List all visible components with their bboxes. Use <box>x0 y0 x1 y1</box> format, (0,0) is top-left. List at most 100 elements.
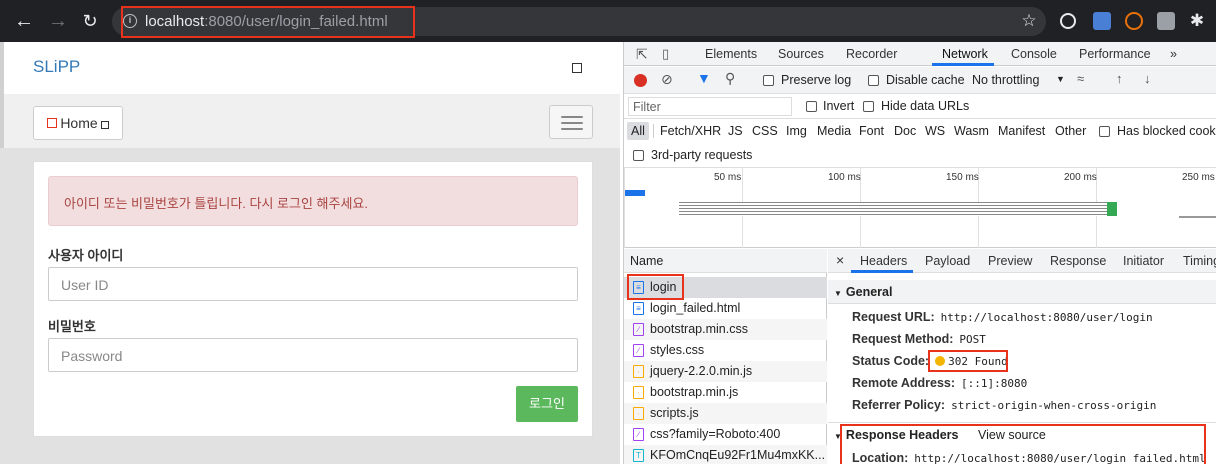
type-filter-doc[interactable]: Doc <box>894 124 916 138</box>
password-input[interactable]: Password <box>48 338 578 372</box>
tab-response[interactable]: Response <box>1050 254 1106 268</box>
hamburger-line <box>561 122 583 124</box>
type-filter-wasm[interactable]: Wasm <box>954 124 989 138</box>
third-party-checkbox[interactable] <box>633 150 644 161</box>
type-filter-css[interactable]: CSS <box>752 124 778 138</box>
tab-headers[interactable]: Headers <box>860 254 907 268</box>
upload-icon[interactable]: ↑ <box>1116 71 1123 86</box>
request-details: × Headers Payload Preview Response Initi… <box>828 249 1216 464</box>
type-filter-img[interactable]: Img <box>786 124 807 138</box>
inspect-icon[interactable]: ⇱ <box>636 46 648 63</box>
script-icon: ∙ <box>633 365 644 378</box>
request-row[interactable]: ∕ bootstrap.min.css <box>624 319 827 340</box>
tab-network[interactable]: Network <box>942 47 988 61</box>
h-extension-icon[interactable] <box>1125 12 1143 30</box>
invert-checkbox[interactable] <box>806 101 817 112</box>
invert-label: Invert <box>823 99 855 113</box>
userid-input[interactable]: User ID <box>48 267 578 301</box>
tab-performance[interactable]: Performance <box>1079 47 1151 61</box>
translate-extension-icon[interactable] <box>1093 12 1111 30</box>
record-icon[interactable] <box>634 74 647 87</box>
login-button[interactable]: 로그인 <box>516 386 578 422</box>
throttling-select[interactable]: No throttling <box>972 73 1039 87</box>
home-square-icon <box>47 118 58 128</box>
disable-cache-checkbox[interactable] <box>868 75 879 86</box>
request-row[interactable]: T KFOmCnqEu92Fr1Mu4mxKK... <box>624 445 827 464</box>
tab-recorder[interactable]: Recorder <box>846 47 897 61</box>
filter-input[interactable]: Filter <box>628 97 792 116</box>
network-timeline[interactable]: 50 ms 100 ms 150 ms 200 ms 250 ms <box>624 168 1216 248</box>
circle-extension-icon[interactable] <box>1060 13 1076 29</box>
top-navbar <box>0 42 620 94</box>
request-row[interactable]: ≡ login_failed.html <box>624 298 827 319</box>
filter-icon[interactable]: ▼ <box>697 70 711 86</box>
tab-initiator[interactable]: Initiator <box>1123 254 1164 268</box>
name-column-header[interactable]: Name <box>624 249 827 273</box>
tab-sources[interactable]: Sources <box>778 47 824 61</box>
general-section-header[interactable]: ▼ General <box>828 280 1216 304</box>
timeline-tick: 150 ms <box>946 172 979 183</box>
close-icon[interactable]: × <box>836 252 844 268</box>
wifi-settings-icon[interactable]: ≈ <box>1077 71 1084 86</box>
devtools-panel: ⇱ ▯ Elements Sources Recorder Network Co… <box>623 42 1216 464</box>
home-button[interactable]: Home <box>33 106 123 140</box>
timeline-bar <box>625 190 645 196</box>
tab-timing[interactable]: Timing <box>1183 254 1216 268</box>
request-name: jquery-2.2.0.min.js <box>650 364 753 378</box>
tab-console[interactable]: Console <box>1011 47 1057 61</box>
request-row[interactable]: ∙ jquery-2.2.0.min.js <box>624 361 827 382</box>
device-toggle-icon[interactable]: ▯ <box>662 46 669 62</box>
request-row[interactable]: ∕ styles.css <box>624 340 827 361</box>
more-tabs-icon[interactable]: » <box>1170 47 1177 61</box>
blocked-cookies-checkbox[interactable] <box>1099 126 1110 137</box>
request-name: styles.css <box>650 343 705 357</box>
request-row[interactable]: ∙ scripts.js <box>624 403 827 424</box>
type-filter-js[interactable]: JS <box>728 124 743 138</box>
type-filter-divider <box>653 124 654 138</box>
request-list: Name ≡ login ≡ login_failed.html ∕ boots… <box>624 249 827 464</box>
reload-icon[interactable]: ↻ <box>78 9 102 33</box>
devtools-tab-bar: ⇱ ▯ Elements Sources Recorder Network Co… <box>624 42 1216 66</box>
tab-elements[interactable]: Elements <box>705 47 757 61</box>
back-icon[interactable]: ← <box>12 9 36 33</box>
referrer-policy-key: Referrer Policy: <box>852 398 946 412</box>
search-icon[interactable]: ⚲ <box>725 70 735 87</box>
puzzle-icon[interactable]: ✱ <box>1185 9 1209 33</box>
tab-preview[interactable]: Preview <box>988 254 1032 268</box>
image-extension-icon[interactable] <box>1157 12 1175 30</box>
filter-row: Filter Invert Hide data URLs <box>624 95 1216 119</box>
menu-toggle-button[interactable] <box>549 105 593 139</box>
third-party-label: 3rd-party requests <box>651 148 753 162</box>
preserve-log-checkbox[interactable] <box>763 75 774 86</box>
hide-data-urls-checkbox[interactable] <box>863 101 874 112</box>
type-filter-font[interactable]: Font <box>859 124 884 138</box>
type-filter-manifest[interactable]: Manifest <box>998 124 1045 138</box>
referrer-policy-value: strict-origin-when-cross-origin <box>951 399 1157 412</box>
script-icon: ∙ <box>633 386 644 399</box>
referrer-policy-row: Referrer Policy: strict-origin-when-cross… <box>852 398 1156 412</box>
clear-icon[interactable]: ⊘ <box>661 71 673 88</box>
type-filter-ws[interactable]: WS <box>925 124 945 138</box>
chevron-down-icon[interactable]: ▼ <box>1056 74 1065 84</box>
tab-payload[interactable]: Payload <box>925 254 970 268</box>
type-filter-media[interactable]: Media <box>817 124 851 138</box>
request-method-key: Request Method: <box>852 332 954 346</box>
request-url-key: Request URL: <box>852 310 935 324</box>
request-row[interactable]: ∕ css?family=Roboto:400 <box>624 424 827 445</box>
login-highlight-box <box>627 274 684 300</box>
type-filter-other[interactable]: Other <box>1055 124 1086 138</box>
forward-icon[interactable]: → <box>46 9 70 33</box>
font-icon: T <box>633 449 644 462</box>
timeline-tick: 50 ms <box>714 172 742 183</box>
browser-toolbar: ← → ↻ i localhost:8080/user/login_failed… <box>0 0 1216 42</box>
disable-cache-label: Disable cache <box>886 73 965 87</box>
type-filter-fetch[interactable]: Fetch/XHR <box>660 124 721 138</box>
type-filter-all[interactable]: All <box>627 122 649 140</box>
download-icon[interactable]: ↓ <box>1144 71 1151 86</box>
web-page: SLiPP Home 아이디 또는 비밀번호가 틀립니다. 다시 로그인 해주세… <box>0 42 620 464</box>
timeline-tick: 250 ms <box>1182 172 1215 183</box>
request-row[interactable]: ∙ bootstrap.min.js <box>624 382 827 403</box>
star-icon[interactable]: ☆ <box>1017 9 1041 33</box>
brand-link[interactable]: SLiPP <box>33 57 80 77</box>
password-label: 비밀번호 <box>48 319 96 334</box>
